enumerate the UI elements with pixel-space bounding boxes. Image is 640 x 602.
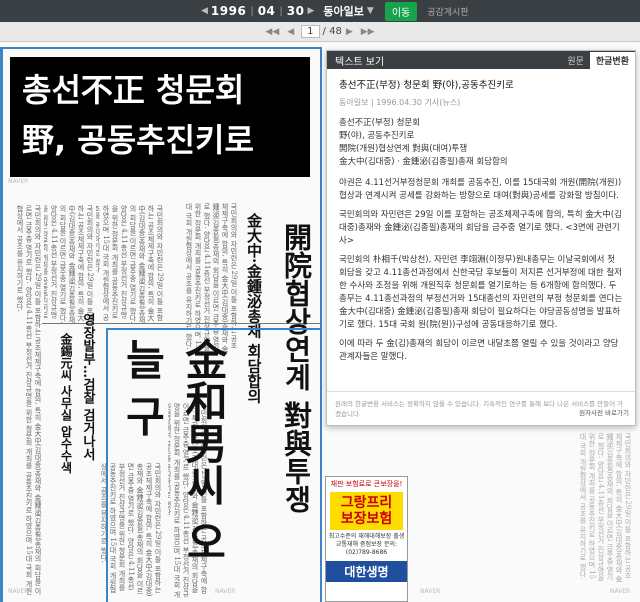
headline-line-2: 野, 공동추진키로 — [22, 121, 254, 159]
article-paragraph: 이에 따라 두 金(김)총재의 회담이 이르면 내달초쯤 열릴 수 있을 것이라… — [339, 339, 619, 362]
ad-details: 최고수준의 재해대해보장 출생 교통재해 중점보장 문의: (02)789-86… — [328, 533, 405, 556]
text-view-header: 텍스트 보기 원문 한글변환 — [327, 51, 635, 69]
notice-board-link[interactable]: 공감게시판 — [427, 5, 468, 18]
prev-date-arrow-icon[interactable]: ◀ — [198, 6, 211, 16]
text-view-title: 텍스트 보기 — [335, 56, 385, 68]
watermark-text: NAVER — [8, 588, 29, 595]
prev-page-icon[interactable]: ◀ — [283, 27, 298, 37]
article-body-text: 국민회의와 자민련은 29일 이틀 포함하는 공조체제구축에 합의, 특히 金大… — [96, 205, 164, 324]
month-selector[interactable]: 04 — [258, 4, 276, 18]
watermark-text: NAVER — [420, 588, 441, 595]
article-body-text: 국민회의와 자민련은 29일 이틀 포함하는 공조체제구축에 합의, 특히 金大… — [579, 433, 632, 583]
watermark-text: NAVER — [8, 178, 29, 185]
article-paragraph: 야권은 4.11선거부정청문회 개최를 공동추진, 이를 15대국회 개원(開院… — [339, 178, 622, 201]
headline-line-1: 총선不正 청문회 — [22, 71, 245, 109]
article-paragraph: 국민회의와 자민련은 29일 이를 포함하는 공조체제구축에 합의, 특히 金大… — [339, 210, 622, 246]
text-view-body: 총선不正(부정) 청문회 野(야),공동추진키로 동아일보 | 1996.04.… — [327, 69, 635, 380]
article-body-text: 국민회의와 자민련은 29일 이틀 포함하는 공조체제구축에 합의, 특히 金大… — [185, 203, 238, 353]
watermark-text: NAVER — [610, 588, 631, 595]
ad-company: 대한생명 — [326, 561, 407, 582]
newspaper-selector[interactable]: 동아일보 — [323, 3, 363, 19]
summary-line: 총선不正(부정) 청문회 — [339, 118, 421, 128]
text-view-footer: 원래의 한글변환 서비스는 정확하지 않을 수 있습니다. 지속적인 연구를 통… — [327, 391, 635, 425]
frame-border-top — [0, 47, 322, 49]
article-body-text: 국민회의와 자민련은 29일 이틀 포함하는 공조체제구축에 합의, 특히 金大… — [44, 205, 94, 324]
frame-border-left — [0, 47, 3, 602]
page-number-input[interactable]: 1 — [301, 25, 320, 38]
main-headline[interactable]: 총선不正 청문회 野, 공동추진키로 — [10, 57, 310, 177]
page-total: / 48 — [322, 26, 342, 37]
summary-line: 金大中(김대중)ㆍ金鍾泌(김종필)총재 회담합의 — [339, 157, 508, 167]
ad-product-line-2: 보장보험 — [340, 511, 393, 527]
last-page-icon[interactable]: ▶▶ — [357, 27, 379, 37]
chevron-down-icon[interactable]: ▼ — [364, 6, 377, 16]
next-date-arrow-icon[interactable]: ▶ — [304, 6, 317, 16]
article-meta: 동아일보 | 1996.04.30 기사(뉴스) — [339, 98, 461, 107]
summary-line: 野(야), 공동추진키로 — [339, 131, 415, 141]
sub-headline-search[interactable]: 金錫元씨 사무실 압수수색 — [58, 333, 75, 493]
year-selector[interactable]: 1996 — [211, 4, 246, 18]
headline-kim-hwanam[interactable]: 金和男씨 오늘 구 — [112, 338, 234, 598]
go-button[interactable]: 이동 — [384, 1, 418, 21]
ad-product-line-1: 그랑프리 — [340, 495, 393, 511]
sub-headline-warrant[interactable]: 영장발부…검찰 검거나서 — [78, 313, 97, 513]
ad-tagline: 재판 보험료로 큰보장을! — [330, 480, 403, 488]
tab-original[interactable]: 원문 — [561, 52, 590, 69]
advertisement[interactable]: 재판 보험료로 큰보장을! 그랑프리 보장보험 최고수준의 재해대해보장 출생 … — [325, 476, 408, 602]
tab-hangul[interactable]: 한글변환 — [589, 51, 635, 69]
sub-headline-opening-negotiation[interactable]: 開院협상연계 對與투쟁 — [276, 223, 316, 602]
ad-product: 그랑프리 보장보험 — [330, 492, 403, 530]
dictionary-link[interactable]: 원자사전 바로가기 — [579, 407, 629, 417]
summary-line: 開院(개원)협상연계 對與(대여)투쟁 — [339, 144, 468, 154]
top-nav-bar: ◀ 1996 | 04 | 30 ▶ 동아일보 ▼ 이동 공감게시판 — [0, 0, 640, 22]
article-paragraph: 국민회의 朴相千(박상천), 자민련 李翊淵(이정무)원내총무는 이날국회에서 … — [339, 255, 623, 330]
watermark-text: NAVER — [215, 588, 236, 595]
page-navigation: ◀◀ ◀ 1 / 48 ▶ ▶▶ — [0, 22, 640, 42]
first-page-icon[interactable]: ◀◀ — [261, 27, 283, 37]
next-page-icon[interactable]: ▶ — [342, 27, 357, 37]
article-body-text: 국민회의와 자민련은 29일 이틀 포함하는 공조체제구축에 합의, 특히 金大… — [16, 205, 42, 595]
article-title: 총선不正(부정) 청문회 野(야),공동추진키로 — [339, 80, 514, 91]
text-view-panel: 텍스트 보기 원문 한글변환 총선不正(부정) 청문회 野(야),공동추진키로 … — [326, 50, 636, 426]
day-selector[interactable]: 30 — [287, 4, 305, 18]
